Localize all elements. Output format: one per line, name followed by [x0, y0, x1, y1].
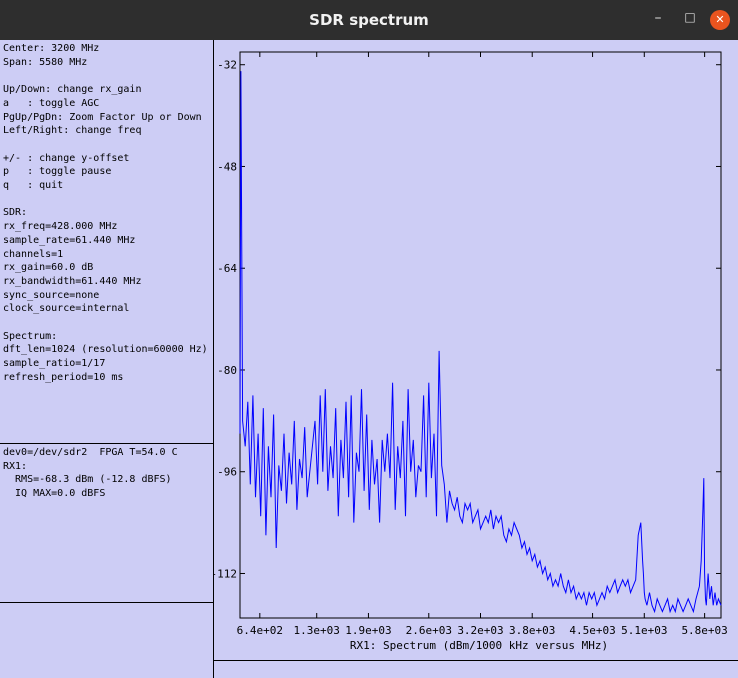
spectrum-chart: -32 -48 -64 -80 -96 -112 6.4e+02 1.3e+03 1.9e+0… [211, 51, 728, 652]
window-title: SDR spectrum [309, 11, 429, 29]
y-tick-label: -32 [217, 59, 237, 72]
info-panel: Center: 3200 MHz Span: 5580 MHz Up/Down:… [0, 40, 214, 678]
plot-frame [239, 51, 722, 619]
help-and-settings-box: Center: 3200 MHz Span: 5580 MHz Up/Down:… [0, 40, 213, 444]
maximize-icon[interactable]: □ [680, 10, 700, 30]
sdr-spectrum-window: SDR spectrum – □ ✕ Center: 3200 MHz Span… [0, 0, 738, 678]
close-icon[interactable]: ✕ [710, 10, 730, 30]
x-axis-label: RX1: Spectrum (dBm/1000 kHz versus MHz) [350, 639, 608, 652]
help-settings-text: Center: 3200 MHz Span: 5580 MHz Up/Down:… [3, 43, 208, 383]
x-tick-label: 3.2e+03 [457, 624, 503, 637]
x-tick-label: 1.3e+03 [294, 624, 340, 637]
x-tick-label: 1.9e+03 [345, 624, 391, 637]
y-tick-label: -112 [214, 567, 237, 580]
x-tick-label: 6.4e+02 [237, 624, 283, 637]
x-tick-label: 2.6e+03 [406, 624, 452, 637]
device-status-text: dev0=/dev/sdr2 FPGA T=54.0 C RX1: RMS=-6… [3, 447, 178, 500]
title-bar[interactable]: SDR spectrum – □ ✕ [0, 0, 738, 40]
status-divider [214, 660, 738, 661]
x-tick-label: 5.1e+03 [621, 624, 667, 637]
y-tick-label: -80 [217, 364, 237, 377]
y-tick-label: -64 [217, 262, 237, 275]
device-status-box: dev0=/dev/sdr2 FPGA T=54.0 C RX1: RMS=-6… [0, 444, 213, 603]
x-tick-label: 4.5e+03 [569, 624, 615, 637]
spectrum-plot-area: -32 -48 -64 -80 -96 -112 6.4e+02 1.3e+03 1.9e+0… [211, 40, 738, 660]
x-tick-label: 3.8e+03 [509, 624, 555, 637]
y-tick-label: -48 [217, 160, 237, 173]
y-tick-label: -96 [217, 466, 237, 479]
minimize-icon[interactable]: – [648, 10, 668, 30]
x-tick-label: 5.8e+03 [681, 624, 727, 637]
